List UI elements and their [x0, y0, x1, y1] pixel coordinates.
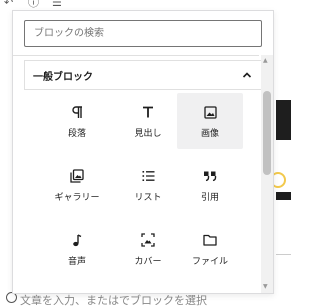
paragraph-icon: [69, 104, 85, 120]
cover-icon: [140, 232, 156, 248]
block-label: リスト: [134, 193, 162, 203]
file-icon: [202, 232, 218, 248]
block-label: 見出し: [134, 129, 162, 139]
scroll-down-icon[interactable]: ▼: [263, 283, 268, 291]
panel-title: 一般ブロック: [33, 71, 93, 83]
editor-canvas-edge: [274, 10, 291, 300]
block-inserter-popover: 一般ブロック 段落 見出し: [12, 10, 274, 294]
scroll-up-icon[interactable]: ▲: [263, 57, 268, 65]
block-label: ギャラリー: [54, 193, 100, 203]
panel-toggle-common-blocks[interactable]: 一般ブロック: [24, 60, 262, 90]
block-item-list[interactable]: リスト: [115, 159, 181, 211]
info-icon[interactable]: ⓘ: [28, 0, 39, 9]
block-label: 音声: [67, 257, 86, 267]
block-item-partial[interactable]: [44, 287, 110, 293]
inserter-scrollbar[interactable]: ▲ ▼: [261, 55, 273, 293]
block-label: カバー: [134, 257, 162, 267]
block-item-file[interactable]: ファイル: [177, 223, 243, 275]
editor-badge: [276, 192, 291, 200]
list-view-icon[interactable]: ☰: [52, 0, 62, 9]
search-divider: [13, 55, 259, 56]
block-search-input[interactable]: [24, 20, 262, 47]
editor-dark-block: [276, 100, 291, 140]
block-label: 画像: [200, 129, 219, 139]
block-item-paragraph[interactable]: 段落: [44, 95, 110, 147]
audio-icon: [69, 232, 85, 248]
editor-placeholder-text: 文章を入力、またはでブロックを選択: [20, 294, 207, 307]
block-item-image[interactable]: 画像: [177, 93, 243, 149]
block-item-gallery[interactable]: ギャラリー: [44, 159, 110, 211]
block-item-cover[interactable]: カバー: [115, 223, 181, 275]
list-icon: [140, 168, 156, 184]
block-item-quote[interactable]: 引用: [177, 159, 243, 211]
quote-icon: [202, 168, 218, 184]
scrollbar-thumb[interactable]: [263, 91, 271, 175]
block-label: 引用: [200, 193, 219, 203]
heading-icon: [140, 104, 156, 120]
editor-divider: [276, 254, 291, 255]
block-search: [24, 20, 262, 47]
undo-icon[interactable]: ↶: [4, 0, 13, 9]
block-label: 段落: [67, 129, 86, 139]
gallery-icon: [69, 168, 85, 184]
image-icon: [202, 104, 218, 120]
chevron-up-icon: [242, 72, 252, 78]
block-item-audio[interactable]: 音声: [44, 223, 110, 275]
block-label: ファイル: [191, 257, 228, 267]
block-item-heading[interactable]: 見出し: [115, 95, 181, 147]
